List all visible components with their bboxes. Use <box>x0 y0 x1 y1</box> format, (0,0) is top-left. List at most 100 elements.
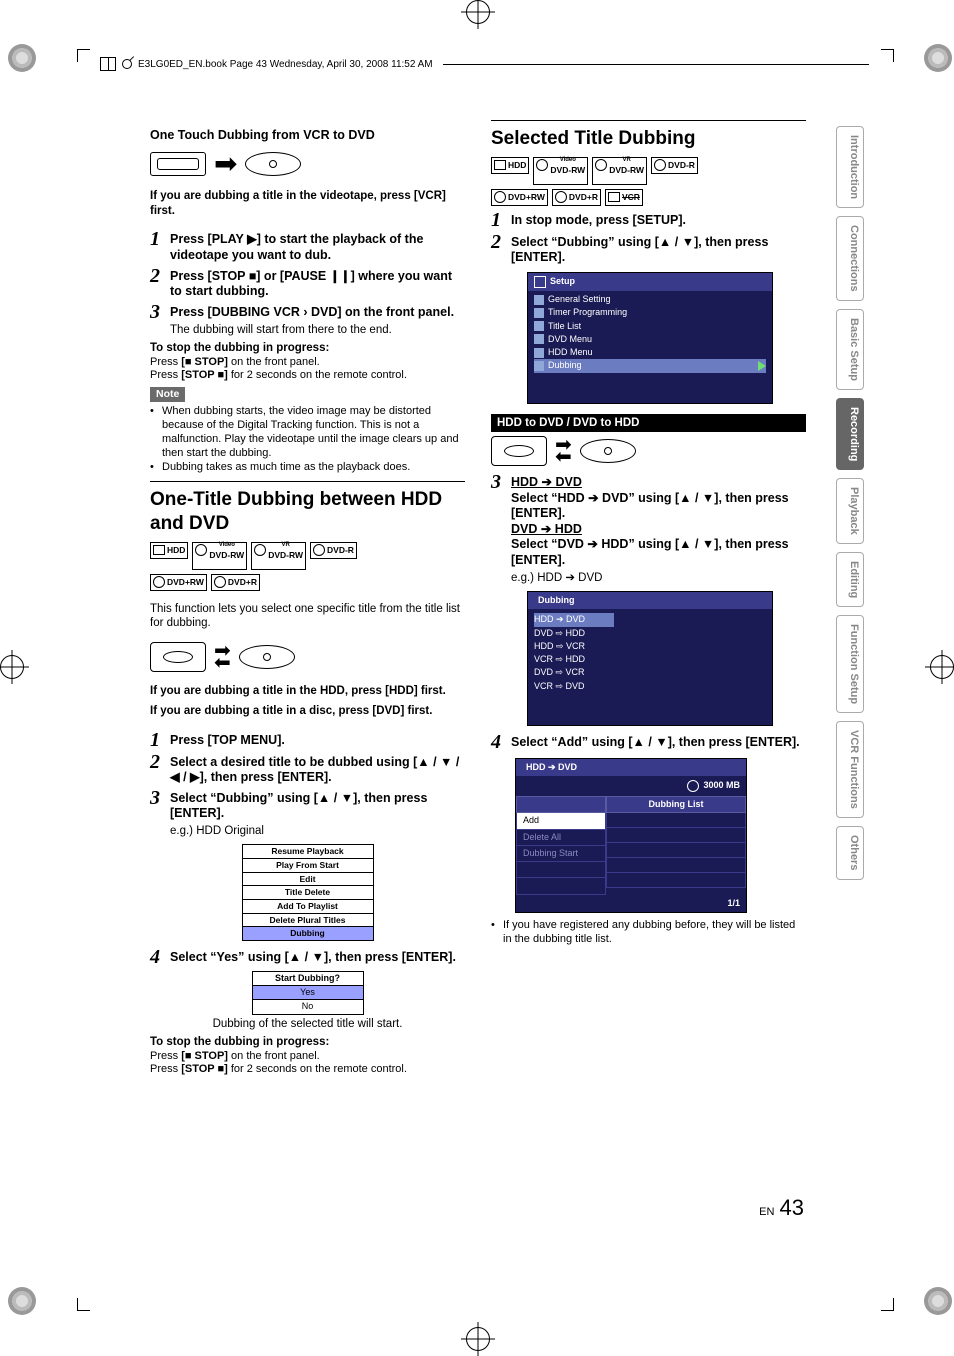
badge-dvdrw-video: VideoDVD-RW <box>192 542 247 570</box>
osd-setup: Setup General Setting Timer Programming … <box>527 272 773 404</box>
menu-item-highlighted: Dubbing <box>243 926 373 940</box>
disc-icon <box>580 439 636 463</box>
osd2-item: DVD ⇨ VCR <box>534 666 614 679</box>
target-icon <box>466 0 490 24</box>
hdd-icon <box>491 436 547 466</box>
tab-introduction: Introduction <box>836 126 864 208</box>
badge-dvdprw: DVD+RW <box>491 189 548 206</box>
stop-instructions: To stop the dubbing in progress: Press [… <box>150 341 465 383</box>
media-badges-row2: DVD+RW DVD+R <box>150 574 465 591</box>
note-label: Note <box>150 387 185 402</box>
note-bullet-2: •Dubbing takes as much time as the playb… <box>150 461 465 475</box>
note-bullet-1: •When dubbing starts, the video image ma… <box>150 405 465 460</box>
tab-basic-setup: Basic Setup <box>836 309 864 390</box>
menu-item: Add To Playlist <box>243 899 373 913</box>
osd3-delete-all: Delete All <box>516 830 606 846</box>
tab-connections: Connections <box>836 216 864 301</box>
start-dubbing-dialog: Start Dubbing? Yes No <box>252 971 364 1015</box>
section-selected-title-dubbing: Selected Title Dubbing <box>491 120 806 151</box>
rstep-4: Select “Add” using [▲ / ▼], then press [… <box>511 732 800 752</box>
osd3-footer: 1/1 <box>516 895 746 912</box>
hdd-icon <box>150 642 206 672</box>
intro-text: If you are dubbing a title in the videot… <box>150 189 465 218</box>
right-column: Selected Title Dubbing HDD VideoDVD-RW V… <box>491 120 806 1077</box>
running-header: E3LG0ED_EN.book Page 43 Wednesday, April… <box>100 57 869 73</box>
registration-mark-icon <box>924 44 952 72</box>
subsection-bar: HDD to DVD / DVD to HDD <box>491 414 806 432</box>
tab-function-setup: Function Setup <box>836 615 864 713</box>
section-tabs: Introduction Connections Basic Setup Rec… <box>836 126 864 880</box>
stop-line2: Press [STOP ■] for 2 seconds on the remo… <box>150 369 407 381</box>
step-select-yes: Select “Yes” using [▲ / ▼], then press [… <box>170 947 456 967</box>
tab-editing: Editing <box>836 552 864 607</box>
menu-item: Title Delete <box>243 885 373 899</box>
badge-hdd: HDD <box>491 157 529 174</box>
section-one-title-dubbing: One-Title Dubbing between HDD and DVD <box>150 481 465 536</box>
tab-recording: Recording <box>836 398 864 470</box>
osd2-item: VCR ⇨ HDD <box>534 653 614 666</box>
dubbing-start-note: Dubbing of the selected title will start… <box>150 1017 465 1031</box>
stop2-line1: Press [■ STOP] on the front panel. <box>150 1050 320 1062</box>
wrench-icon <box>534 295 544 305</box>
osd3-size: 3000 MB <box>703 780 740 791</box>
osd3-title: HDD ➔ DVD <box>526 762 577 773</box>
tab-vcr-functions: VCR Functions <box>836 721 864 818</box>
tool-icon <box>120 57 134 71</box>
osd-item: Timer Programming <box>548 307 627 318</box>
play-indicator-icon <box>758 361 766 371</box>
intro-2b: If you are dubbing a title in a disc, pr… <box>150 704 465 718</box>
diagram-hdd-dvd: ➡⬅ <box>150 642 465 672</box>
registration-mark-icon <box>8 1287 36 1315</box>
media-badges-r1: HDD VideoDVD-RW VRDVD-RW DVD-R <box>491 157 806 185</box>
osd-dubbing: Dubbing HDD ➔ DVD DVD ⇨ HDD HDD ⇨ VCR VC… <box>527 591 773 726</box>
step-3: Press [DUBBING VCR › DVD] on the front p… <box>170 302 454 337</box>
step-2: Press [STOP ■] or [PAUSE ❙❙] where you w… <box>170 266 465 300</box>
badge-dvdr: DVD-R <box>651 157 698 174</box>
osd3-add: Add <box>516 813 606 829</box>
vcr-icon <box>150 152 206 176</box>
page-number: EN 43 <box>759 1195 804 1221</box>
osd2-item: DVD ⇨ HDD <box>534 627 614 640</box>
badge-dvdpr: DVD+R <box>552 189 601 206</box>
step-select-dubbing: Select “Dubbing” using [▲ / ▼], then pre… <box>170 788 465 839</box>
tail-bullet: •If you have registered any dubbing befo… <box>491 919 806 947</box>
badge-dvdr: DVD-R <box>310 542 357 559</box>
crop-mark-icon <box>881 49 894 62</box>
badge-dvdprw: DVD+RW <box>150 574 207 591</box>
crop-mark-icon <box>77 49 90 62</box>
menu-item: Delete Plural Titles <box>243 913 373 927</box>
stop-line1: Press [■ STOP] on the front panel. <box>150 356 320 368</box>
osd2-item: VCR ⇨ DVD <box>534 680 614 693</box>
osd-item-highlighted: Dubbing <box>548 360 582 371</box>
osd3-list-header: Dubbing List <box>606 796 746 813</box>
target-icon <box>0 655 24 679</box>
disc-icon <box>245 152 301 176</box>
rstep-1: In stop mode, press [SETUP]. <box>511 210 686 230</box>
badge-dvdrw-vr: VRDVD-RW <box>251 542 306 570</box>
badge-dvdrw-vr: VRDVD-RW <box>592 157 647 185</box>
clock-icon <box>687 780 699 792</box>
osd-item: General Setting <box>548 294 611 305</box>
osd-item: HDD Menu <box>548 347 593 358</box>
registration-mark-icon <box>8 44 36 72</box>
badge-dvdrw-video: VideoDVD-RW <box>533 157 588 185</box>
osd3-dubbing-start: Dubbing Start <box>516 846 606 862</box>
dialog-title: Start Dubbing? <box>253 972 363 985</box>
arrow-right-icon: ➡ <box>214 150 237 178</box>
osd-item: Title List <box>548 321 581 332</box>
stop2-line2: Press [STOP ■] for 2 seconds on the remo… <box>150 1063 407 1075</box>
rstep-3: HDD ➔ DVD Select “HDD ➔ DVD” using [▲ / … <box>511 472 806 585</box>
crop-mark-icon <box>77 1298 90 1311</box>
media-badges: HDD VideoDVD-RW VRDVD-RW DVD-R <box>150 542 465 570</box>
list-icon <box>534 321 544 331</box>
menu-item: Resume Playback <box>243 845 373 858</box>
target-icon <box>466 1327 490 1351</box>
content-columns: One Touch Dubbing from VCR to DVD ➡ If y… <box>150 120 810 1077</box>
osd-dubbing-list: HDD ➔ DVD 3000 MB Add Delete All Dubbing… <box>515 758 747 913</box>
arrows-bidirectional-icon: ➡⬅ <box>555 439 572 463</box>
crop-mark-icon <box>881 1298 894 1311</box>
disc-icon <box>239 645 295 669</box>
header-text: E3LG0ED_EN.book Page 43 Wednesday, April… <box>138 59 433 70</box>
step-top-menu: Press [TOP MENU]. <box>170 730 285 750</box>
tab-playback: Playback <box>836 478 864 544</box>
